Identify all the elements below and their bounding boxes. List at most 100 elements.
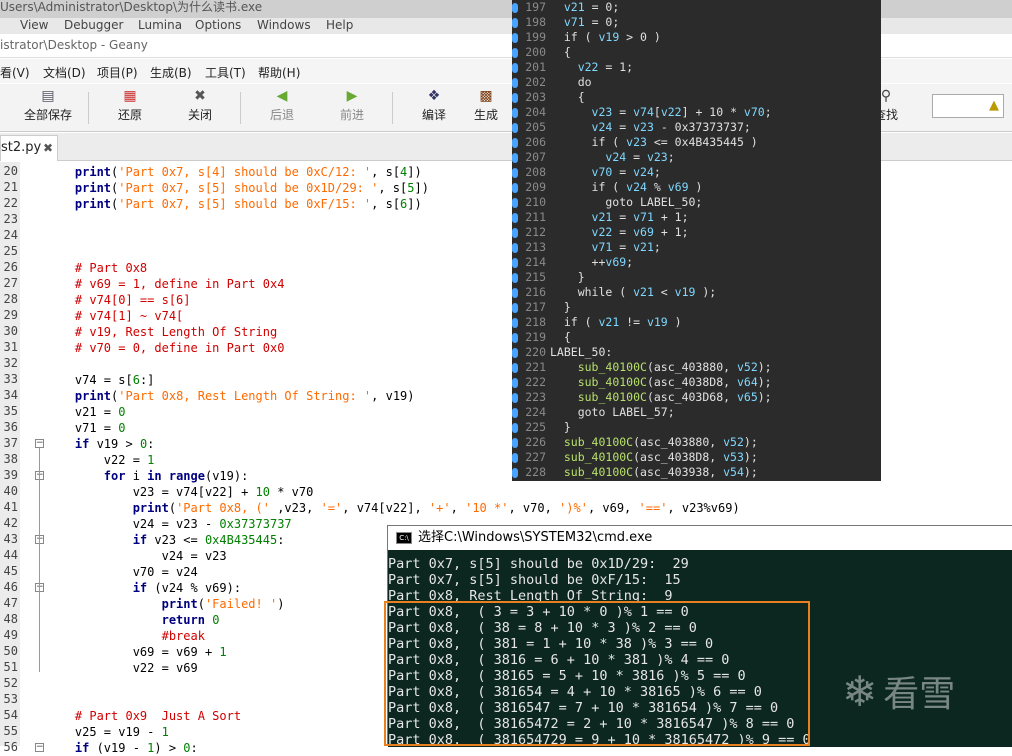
code-line: v24 = v23 (46, 549, 227, 563)
line-number: 29 (3, 308, 18, 322)
pseudocode-line: 204 v23 = v74[v22] + 10 * v70; (512, 105, 881, 120)
pseudocode-line: 222 sub_40100C(asc_4038D8, v64); (512, 375, 881, 390)
line-number: 24 (3, 228, 18, 242)
code-line: print('Failed! ') (161, 597, 285, 611)
menu-document[interactable]: 文档(D) (43, 64, 86, 81)
breakpoint-dot-icon[interactable] (512, 33, 518, 43)
breakpoint-dot-icon[interactable] (512, 78, 518, 88)
ida-menu-help[interactable]: Help (326, 18, 353, 32)
menu-help[interactable]: 帮助(H) (258, 64, 300, 81)
breakpoint-dot-icon[interactable] (512, 93, 518, 103)
breakpoint-dot-icon[interactable] (512, 363, 518, 373)
close-button[interactable]: ✖ 关闭 (170, 86, 230, 123)
pseudocode-text: v70 = v24; (591, 165, 661, 179)
breakpoint-dot-icon[interactable] (512, 408, 518, 418)
ida-pseudocode-panel[interactable]: 197 v21 = 0; 198 v71 = 0; 199 if ( v19 > 0… (512, 0, 881, 481)
line-number: 48 (3, 612, 18, 626)
breakpoint-dot-icon[interactable] (512, 168, 518, 178)
breakpoint-dot-icon[interactable] (512, 228, 518, 238)
breakpoint-dot-icon[interactable] (512, 243, 518, 253)
code-line: # v19, Rest Length Of String (74, 325, 278, 339)
breakpoint-dot-icon[interactable] (512, 108, 518, 118)
breakpoint-dot-icon[interactable] (512, 183, 518, 193)
line-number: 23 (3, 212, 18, 226)
line-number: 25 (3, 244, 18, 258)
pseudocode-line-number: 205 (525, 120, 546, 134)
code-line: if v23 <= 0x4B435445: (132, 533, 285, 547)
tab-file-label: st2.py (1, 140, 42, 155)
line-number: 28 (3, 292, 18, 306)
compile-icon: ❖ (427, 88, 441, 104)
pseudocode-text: sub_40100C(asc_403880, v52); (577, 360, 772, 374)
pseudocode-line: 200 { (512, 45, 881, 60)
fold-toggle-icon[interactable]: − (35, 743, 44, 752)
breakpoint-dot-icon[interactable] (512, 438, 518, 448)
breakpoint-dot-icon[interactable] (512, 3, 518, 13)
ida-menu-view[interactable]: View (20, 18, 48, 32)
search-input[interactable]: ▲ (932, 94, 1004, 118)
pseudocode-line: 201 v22 = 1; (512, 60, 881, 75)
build-button[interactable]: ▩ 生成 (456, 86, 516, 123)
pseudocode-line: 208 v70 = v24; (512, 165, 881, 180)
breakpoint-dot-icon[interactable] (512, 468, 518, 478)
ida-menu-debugger[interactable]: Debugger (64, 18, 123, 32)
menu-tools[interactable]: 工具(T) (205, 64, 246, 81)
close-tab-icon[interactable]: ✖ (43, 136, 53, 160)
breakpoint-dot-icon[interactable] (512, 153, 518, 163)
pseudocode-text: v71 = 0; (563, 15, 620, 29)
cmd-title-bar[interactable]: C:\ 选择C:\Windows\SYSTEM32\cmd.exe (388, 526, 1012, 550)
breakpoint-dot-icon[interactable] (512, 213, 518, 223)
breakpoint-dot-icon[interactable] (512, 423, 518, 433)
breakpoint-dot-icon[interactable] (512, 123, 518, 133)
breakpoint-dot-icon[interactable] (512, 453, 518, 463)
fold-toggle-icon[interactable]: − (35, 439, 44, 448)
pseudocode-line-number: 218 (525, 315, 546, 329)
line-number: 56 (3, 740, 18, 754)
ida-menu-options[interactable]: Options (195, 18, 241, 32)
line-number: 55 (3, 724, 18, 738)
save-all-label: 全部保存 (23, 108, 72, 122)
line-number: 41 (3, 500, 18, 514)
ida-menu-windows[interactable]: Windows (257, 18, 311, 32)
pseudocode-line-number: 212 (525, 225, 546, 239)
code-line: v22 = 1 (46, 453, 155, 467)
code-line: # v74[0] == s[6] (74, 293, 191, 307)
ida-menu-lumina[interactable]: Lumina (138, 18, 182, 32)
save-all-button[interactable]: ▤ 全部保存 (18, 86, 78, 123)
line-number: 35 (3, 404, 18, 418)
code-line: print('Part 0x7, s[5] should be 0x1D/29:… (74, 181, 429, 195)
breakpoint-dot-icon[interactable] (512, 333, 518, 343)
breakpoint-dot-icon[interactable] (512, 273, 518, 283)
breakpoint-dot-icon[interactable] (512, 138, 518, 148)
pseudocode-line: 212 v22 = v69 + 1; (512, 225, 881, 240)
breakpoint-dot-icon[interactable] (512, 348, 518, 358)
menu-project[interactable]: 项目(P) (97, 64, 138, 81)
breakpoint-dot-icon[interactable] (512, 48, 518, 58)
back-button[interactable]: ◀ 后退 (252, 86, 312, 123)
pseudocode-line: 203 { (512, 90, 881, 105)
forward-label: 前进 (339, 108, 364, 122)
breakpoint-dot-icon[interactable] (512, 318, 518, 328)
breakpoint-dot-icon[interactable] (512, 378, 518, 388)
pseudocode-line-number: 225 (525, 420, 546, 434)
compile-button[interactable]: ❖ 编译 (404, 86, 464, 123)
breakpoint-dot-icon[interactable] (512, 303, 518, 313)
breakpoint-dot-icon[interactable] (512, 258, 518, 268)
close-icon: ✖ (194, 88, 206, 104)
breakpoint-dot-icon[interactable] (512, 393, 518, 403)
menu-build[interactable]: 生成(B) (150, 64, 192, 81)
breakpoint-dot-icon[interactable] (512, 18, 518, 28)
breakpoint-dot-icon[interactable] (512, 198, 518, 208)
tab-file[interactable]: st2.py ✖ (0, 135, 58, 161)
revert-button[interactable]: ▦ 还原 (100, 86, 160, 123)
line-number: 30 (3, 324, 18, 338)
menu-view[interactable]: 看(V) (0, 64, 30, 81)
breakpoint-dot-icon[interactable] (512, 63, 518, 73)
forward-button[interactable]: ▶ 前进 (322, 86, 382, 123)
breakpoint-dot-icon[interactable] (512, 288, 518, 298)
back-label: 后退 (269, 108, 294, 122)
pseudocode-line-number: 223 (525, 390, 546, 404)
pseudocode-line: 214 ++v69; (512, 255, 881, 270)
pseudocode-line-number: 227 (525, 450, 546, 464)
pseudocode-line-number: 208 (525, 165, 546, 179)
